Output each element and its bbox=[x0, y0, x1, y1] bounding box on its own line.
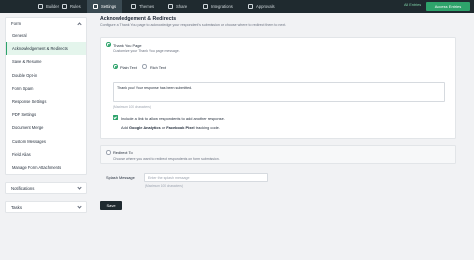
redirect-to-card: Redirect To Choose where you want to red… bbox=[100, 145, 456, 164]
builder-icon bbox=[38, 4, 43, 9]
tracking-code-text: Add Google Analytics or Facebook Pixel t… bbox=[121, 125, 220, 130]
chevron-down-icon bbox=[77, 185, 82, 190]
sidebar-item-double-opt-in[interactable]: Double Opt-in bbox=[6, 69, 86, 82]
add-another-response-label: Include a link to allow respondents to a… bbox=[121, 115, 225, 121]
nav-settings[interactable]: Settings bbox=[87, 0, 123, 13]
redirect-to-description: Choose where you want to redirect respon… bbox=[113, 156, 220, 161]
all-entries-link[interactable]: All Entries bbox=[404, 3, 421, 7]
thank-you-page-card: Thank You Page Customize your Thank You … bbox=[100, 37, 456, 139]
approvals-icon bbox=[248, 4, 253, 9]
sidebar-item-document-merge[interactable]: Document Merge bbox=[6, 121, 86, 134]
google-analytics-link[interactable]: Google Analytics bbox=[129, 125, 161, 130]
thank-you-page-label: Thank You Page bbox=[113, 42, 142, 48]
themes-icon bbox=[131, 4, 136, 9]
nav-rules[interactable]: Rules bbox=[62, 0, 81, 13]
settings-icon bbox=[93, 4, 98, 9]
nav-share[interactable]: Share bbox=[168, 0, 187, 13]
notifications-section-header[interactable]: Notifications bbox=[5, 182, 87, 194]
rich-text-radio[interactable] bbox=[142, 64, 147, 69]
page-description: Configure a Thank You page to acknowledg… bbox=[100, 23, 287, 27]
nav-builder[interactable]: Builder bbox=[38, 0, 59, 13]
sidebar-item-pdf-settings[interactable]: PDF Settings bbox=[6, 108, 86, 121]
settings-sidebar: Form General Acknowledgement & Redirects… bbox=[5, 17, 87, 176]
thank-you-message-textarea[interactable]: Thank you! Your response has been submit… bbox=[113, 82, 445, 102]
sidebar-item-save-resume[interactable]: Save & Resume bbox=[6, 55, 86, 68]
redirect-to-label: Redirect To bbox=[113, 150, 133, 155]
thank-you-max-chars: (Maximum 100 characters) bbox=[113, 105, 151, 109]
nav-integrations[interactable]: Integrations bbox=[203, 0, 233, 13]
rich-text-label: Rich Text bbox=[150, 64, 166, 70]
chevron-up-icon bbox=[77, 21, 82, 27]
plain-text-label: Plain Text bbox=[120, 64, 137, 70]
redirect-to-radio[interactable] bbox=[106, 150, 111, 155]
add-another-response-checkbox[interactable] bbox=[113, 115, 118, 120]
sidebar-item-form-spam[interactable]: Form Spam bbox=[6, 82, 86, 95]
thank-you-page-radio[interactable] bbox=[106, 42, 111, 47]
integrations-icon bbox=[203, 4, 208, 9]
access-entries-button[interactable]: Access Entries bbox=[426, 2, 470, 11]
sidebar-item-custom-messages[interactable]: Custom Messages bbox=[6, 135, 86, 148]
chevron-down-icon bbox=[77, 204, 82, 209]
sidebar-item-field-alias[interactable]: Field Alias bbox=[6, 148, 86, 161]
sidebar-item-general[interactable]: General bbox=[6, 29, 86, 42]
nav-approvals[interactable]: Approvals bbox=[248, 0, 275, 13]
share-icon bbox=[168, 4, 173, 9]
splash-message-input[interactable]: Enter the splash message bbox=[144, 173, 268, 182]
splash-message-label: Splash Message bbox=[106, 175, 135, 180]
save-button[interactable]: Save bbox=[100, 201, 122, 210]
top-navigation-bar: Builder Rules Settings Themes Share Inte… bbox=[0, 0, 474, 13]
nav-themes[interactable]: Themes bbox=[131, 0, 154, 13]
splash-message-max-chars: (Maximum 100 characters) bbox=[145, 184, 183, 188]
tasks-section-header[interactable]: Tasks bbox=[5, 201, 87, 213]
form-section-header[interactable]: Form bbox=[6, 18, 86, 29]
sidebar-item-form-attachments[interactable]: Manage Form Attachments bbox=[6, 161, 86, 174]
rules-icon bbox=[62, 4, 67, 9]
thank-you-page-description: Customize your Thank You page message. bbox=[113, 49, 180, 53]
sidebar-item-acknowledgement[interactable]: Acknowledgement & Redirects bbox=[6, 42, 86, 56]
facebook-pixel-link[interactable]: Facebook Pixel bbox=[166, 125, 194, 130]
plain-text-radio[interactable] bbox=[113, 64, 118, 69]
sidebar-item-response-settings[interactable]: Response Settings bbox=[6, 95, 86, 108]
page-title: Acknowledgement & Redirects bbox=[100, 16, 177, 22]
